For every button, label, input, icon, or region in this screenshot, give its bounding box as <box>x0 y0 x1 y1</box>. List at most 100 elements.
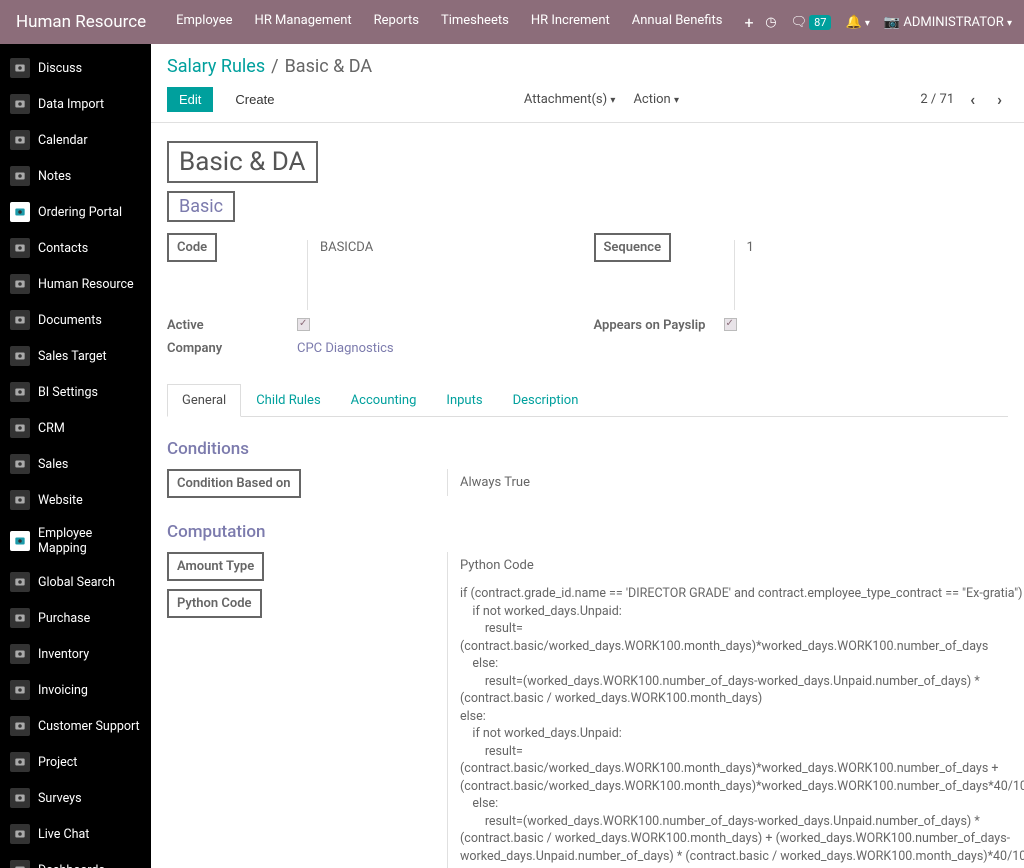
edit-button[interactable]: Edit <box>167 87 213 112</box>
sidebar-item-discuss[interactable]: Discuss <box>0 50 151 86</box>
app-icon <box>10 238 30 258</box>
app-icon <box>10 166 30 186</box>
label-appears: Appears on Payslip <box>594 318 724 333</box>
nav-employee[interactable]: Employee <box>166 7 242 38</box>
app-icon <box>10 58 30 78</box>
clock-icon[interactable]: ◷ <box>765 15 776 30</box>
pager-prev-icon[interactable]: ‹ <box>964 90 981 109</box>
record-title: Basic & DA <box>167 141 318 183</box>
sidebar-item-global-search[interactable]: Global Search <box>0 564 151 600</box>
pager-next-icon[interactable]: › <box>991 90 1008 109</box>
sidebar-item-dashboards[interactable]: Dashboards <box>0 852 151 868</box>
pager-text: 2 / 71 <box>920 92 954 107</box>
breadcrumb-current: Basic & DA <box>285 56 373 77</box>
nav-hr-increment[interactable]: HR Increment <box>521 7 620 38</box>
app-title: Human Resource <box>16 12 146 32</box>
sidebar-item-label: Dashboards <box>38 863 105 868</box>
msg-count: 87 <box>809 15 831 30</box>
sidebar: Discuss Data Import Calendar Notes Ordering … <box>0 44 151 868</box>
action-dropdown[interactable]: Action ▾ <box>633 92 679 107</box>
sidebar-item-label: Surveys <box>38 791 82 806</box>
app-icon <box>10 490 30 510</box>
sidebar-item-calendar[interactable]: Calendar <box>0 122 151 158</box>
app-icon <box>10 202 30 222</box>
attachments-dropdown[interactable]: Attachment(s) ▾ <box>524 92 616 107</box>
sidebar-item-documents[interactable]: Documents <box>0 302 151 338</box>
app-icon <box>10 310 30 330</box>
label-company: Company <box>167 341 297 356</box>
main: Discuss Data Import Calendar Notes Ordering … <box>0 44 1024 868</box>
value-condition: Always True <box>447 469 1008 496</box>
sidebar-item-label: Contacts <box>38 241 88 256</box>
plus-icon[interactable]: + <box>734 7 763 38</box>
app-icon <box>10 531 30 551</box>
sidebar-item-sales-target[interactable]: Sales Target <box>0 338 151 374</box>
value-code: BASICDA <box>320 240 373 255</box>
app-icon <box>10 644 30 664</box>
nav-reports[interactable]: Reports <box>364 7 429 38</box>
tab-description[interactable]: Description <box>498 384 594 417</box>
sidebar-item-label: Documents <box>38 313 102 328</box>
form-body: Basic & DA Basic Code BASICDA Active Com… <box>151 123 1024 868</box>
messages-icon[interactable]: 🗨87 <box>791 15 832 30</box>
breadcrumb-sep: / <box>271 56 278 77</box>
app-icon <box>10 454 30 474</box>
app-icon <box>10 824 30 844</box>
sidebar-item-purchase[interactable]: Purchase <box>0 600 151 636</box>
value-python-code: if (contract.grade_id.name == 'DIRECTOR … <box>460 573 1024 865</box>
sidebar-item-label: Notes <box>38 169 71 184</box>
user-menu[interactable]: 📷 ADMINISTRATOR ▾ <box>884 15 1012 30</box>
sidebar-item-data-import[interactable]: Data Import <box>0 86 151 122</box>
tab-general[interactable]: General <box>167 384 241 417</box>
section-conditions: Conditions <box>167 439 1008 459</box>
tab-accounting[interactable]: Accounting <box>336 384 432 417</box>
value-sequence: 1 <box>747 240 754 255</box>
action-bar: Edit Create Attachment(s) ▾ Action ▾ 2 /… <box>151 81 1024 123</box>
sidebar-item-project[interactable]: Project <box>0 744 151 780</box>
label-amount-type: Amount Type <box>167 552 264 581</box>
top-right: ◷ 🗨87 🔔 ▾ 📷 ADMINISTRATOR ▾ <box>765 15 1012 30</box>
nav-timesheets[interactable]: Timesheets <box>431 7 519 38</box>
tab-child-rules[interactable]: Child Rules <box>241 384 335 417</box>
tab-inputs[interactable]: Inputs <box>431 384 497 417</box>
top-nav: Employee HR Management Reports Timesheet… <box>166 7 763 38</box>
app-icon <box>10 680 30 700</box>
sidebar-item-label: Project <box>38 755 77 770</box>
user-label: ADMINISTRATOR <box>903 15 1003 30</box>
sidebar-item-live-chat[interactable]: Live Chat <box>0 816 151 852</box>
sidebar-item-employee-mapping[interactable]: Employee Mapping <box>0 518 151 564</box>
sidebar-item-label: CRM <box>38 421 65 436</box>
value-company[interactable]: CPC Diagnostics <box>297 341 394 356</box>
sidebar-item-surveys[interactable]: Surveys <box>0 780 151 816</box>
app-icon <box>10 716 30 736</box>
sidebar-item-website[interactable]: Website <box>0 482 151 518</box>
sidebar-item-notes[interactable]: Notes <box>0 158 151 194</box>
value-amount-type: Python Code <box>460 558 1024 573</box>
appears-checkbox <box>724 318 737 331</box>
breadcrumb-root[interactable]: Salary Rules <box>167 56 265 77</box>
sidebar-item-contacts[interactable]: Contacts <box>0 230 151 266</box>
sidebar-item-ordering-portal[interactable]: Ordering Portal <box>0 194 151 230</box>
sidebar-item-crm[interactable]: CRM <box>0 410 151 446</box>
sidebar-item-label: Employee Mapping <box>38 526 141 556</box>
create-button[interactable]: Create <box>227 87 282 112</box>
nav-annual-benefits[interactable]: Annual Benefits <box>622 7 733 38</box>
sidebar-item-human-resource[interactable]: Human Resource <box>0 266 151 302</box>
sidebar-item-invoicing[interactable]: Invoicing <box>0 672 151 708</box>
app-icon <box>10 382 30 402</box>
sidebar-item-label: Data Import <box>38 97 104 112</box>
sidebar-item-inventory[interactable]: Inventory <box>0 636 151 672</box>
sidebar-item-customer-support[interactable]: Customer Support <box>0 708 151 744</box>
nav-hr-management[interactable]: HR Management <box>245 7 362 38</box>
sidebar-item-label: Calendar <box>38 133 88 148</box>
sidebar-item-label: Ordering Portal <box>38 205 122 220</box>
notifications-icon[interactable]: 🔔 ▾ <box>845 15 869 30</box>
app-icon <box>10 752 30 772</box>
pager: 2 / 71 ‹ › <box>920 90 1008 109</box>
sidebar-item-sales[interactable]: Sales <box>0 446 151 482</box>
app-icon <box>10 418 30 438</box>
label-active: Active <box>167 318 297 333</box>
sidebar-item-label: Purchase <box>38 611 90 626</box>
tabs: General Child Rules Accounting Inputs De… <box>167 384 1008 417</box>
sidebar-item-bi-settings[interactable]: BI Settings <box>0 374 151 410</box>
